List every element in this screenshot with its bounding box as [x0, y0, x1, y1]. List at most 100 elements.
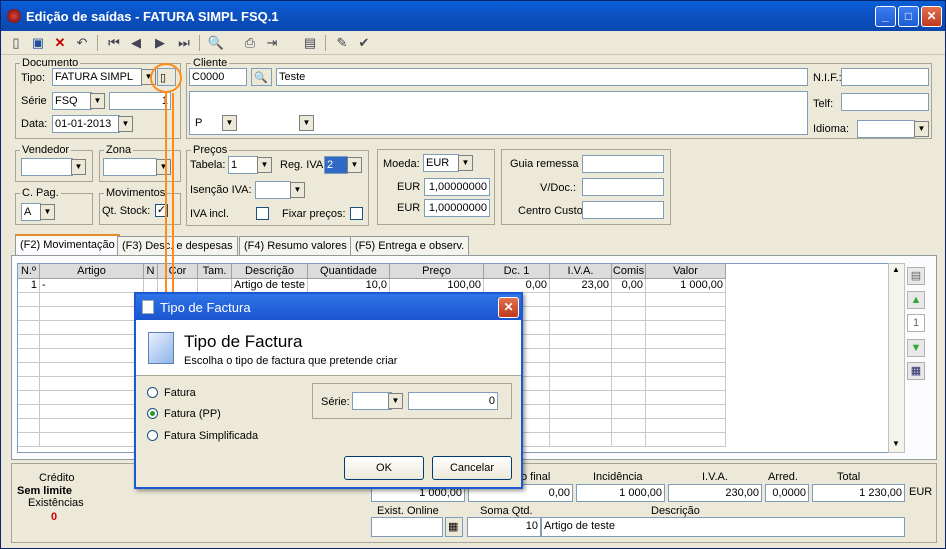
previous-record-icon[interactable]: ◀: [127, 34, 145, 52]
grid-cell[interactable]: 0,00: [612, 279, 646, 293]
first-record-icon[interactable]: ⏮: [105, 34, 123, 52]
col-header-dc1[interactable]: Dc. 1: [484, 264, 550, 279]
col-header-quantidade[interactable]: Quantidade: [308, 264, 390, 279]
tabela-select[interactable]: 1: [228, 156, 258, 174]
cambio1-input[interactable]: 1,00000000: [424, 178, 490, 196]
new-icon[interactable]: ▯: [7, 34, 25, 52]
vendedor-select[interactable]: [21, 158, 73, 176]
grid-cell[interactable]: [612, 419, 646, 433]
grid-scrollbar[interactable]: ▲ ▼: [888, 263, 905, 453]
data-calendar-icon[interactable]: ▼: [118, 116, 133, 132]
close-button[interactable]: ✕: [921, 6, 942, 27]
insert-line-icon[interactable]: ▤: [907, 267, 925, 285]
grid-cell[interactable]: [550, 377, 612, 391]
grid-cell[interactable]: 0,00: [484, 279, 550, 293]
vdoc-input[interactable]: [582, 178, 664, 196]
serie-select[interactable]: FSQ: [52, 92, 92, 110]
grid-cell[interactable]: [40, 349, 144, 363]
grid-cell[interactable]: 23,00: [550, 279, 612, 293]
tab-resumo[interactable]: (F4) Resumo valores: [239, 236, 352, 255]
fixar-checkbox[interactable]: [350, 207, 363, 220]
grid-cell[interactable]: [612, 349, 646, 363]
report-icon[interactable]: ▤: [301, 34, 319, 52]
grid-cell[interactable]: [40, 293, 144, 307]
col-header-valor[interactable]: Valor: [646, 264, 726, 279]
tipo-select[interactable]: FATURA SIMPL: [52, 68, 142, 86]
grid-cell[interactable]: [18, 433, 40, 447]
dialog-numero-input[interactable]: 0: [408, 392, 498, 410]
grid-cell[interactable]: [612, 433, 646, 447]
grid-cell[interactable]: [646, 307, 726, 321]
numero-input[interactable]: 1: [109, 92, 171, 110]
isencao-select[interactable]: [255, 181, 291, 199]
vendedor-dropdown-icon[interactable]: ▼: [71, 159, 86, 175]
guia-input[interactable]: [582, 155, 664, 173]
col-header-cor[interactable]: Cor: [158, 264, 198, 279]
cpag-select[interactable]: A: [21, 203, 41, 221]
grid-cell[interactable]: [646, 363, 726, 377]
ivaincl-checkbox[interactable]: [256, 207, 269, 220]
cliente-morada-input[interactable]: [189, 91, 808, 135]
cliente-codigo-input[interactable]: C0000: [189, 68, 247, 86]
dialog-serie-select[interactable]: [352, 392, 392, 410]
grid-cell[interactable]: [646, 377, 726, 391]
tabela-dropdown-icon[interactable]: ▼: [257, 157, 272, 173]
grid-cell[interactable]: [612, 377, 646, 391]
grid-cell[interactable]: [612, 335, 646, 349]
grid-cell[interactable]: [18, 391, 40, 405]
tab-descontos[interactable]: (F3) Desc. e despesas: [117, 236, 238, 255]
grid-cell[interactable]: [158, 279, 198, 293]
grid-cell[interactable]: [550, 335, 612, 349]
centro-input[interactable]: [582, 201, 664, 219]
tab-entrega[interactable]: (F5) Entrega e observ.: [350, 236, 470, 255]
regiva-dropdown-icon[interactable]: ▼: [347, 157, 362, 173]
serie-dropdown-icon[interactable]: ▼: [90, 93, 105, 109]
grid-cell[interactable]: [18, 349, 40, 363]
grid-cell[interactable]: [550, 419, 612, 433]
grid-cell[interactable]: [198, 279, 232, 293]
col-header-preco[interactable]: Preço: [390, 264, 484, 279]
scroll-down-icon[interactable]: ▼: [892, 439, 900, 448]
col-header-n2[interactable]: N: [144, 264, 158, 279]
grid-cell[interactable]: [18, 321, 40, 335]
option-fatura-simplificada-label[interactable]: Fatura Simplificada: [164, 430, 258, 442]
grid-cell[interactable]: 100,00: [390, 279, 484, 293]
option-fatura-pp-radio[interactable]: [147, 408, 158, 419]
search-icon[interactable]: 🔍: [207, 34, 225, 52]
export-icon[interactable]: ⇥: [263, 34, 281, 52]
grid-cell[interactable]: [40, 405, 144, 419]
regiva-select[interactable]: 2: [324, 156, 348, 174]
grid-cell[interactable]: [612, 321, 646, 335]
grid-cell[interactable]: [40, 377, 144, 391]
calculator-icon[interactable]: ▦: [907, 362, 925, 380]
grid-cell[interactable]: [646, 391, 726, 405]
grid-cell[interactable]: [646, 405, 726, 419]
telf-input[interactable]: [841, 93, 929, 111]
grid-cell[interactable]: [18, 293, 40, 307]
grid-cell[interactable]: -: [40, 279, 144, 293]
refresh-stock-icon[interactable]: ▦: [445, 517, 463, 537]
data-input[interactable]: 01-01-2013: [52, 115, 120, 133]
grid-cell[interactable]: 1: [18, 279, 40, 293]
col-header-comis[interactable]: Comis: [612, 264, 646, 279]
ok-button[interactable]: OK: [344, 456, 424, 480]
edit-icon[interactable]: ✎: [333, 34, 351, 52]
cancel-button[interactable]: Cancelar: [432, 456, 512, 480]
col-header-n[interactable]: N.º: [18, 264, 40, 279]
zona-dropdown-icon[interactable]: ▼: [156, 159, 171, 175]
nif-input[interactable]: [841, 68, 929, 86]
col-header-descricao[interactable]: Descrição: [232, 264, 308, 279]
zona-select[interactable]: [103, 158, 157, 176]
col-header-artigo[interactable]: Artigo: [40, 264, 144, 279]
grid-cell[interactable]: [646, 321, 726, 335]
grid-cell[interactable]: [144, 279, 158, 293]
grid-cell[interactable]: [550, 405, 612, 419]
moeda-dropdown-icon[interactable]: ▼: [458, 155, 473, 171]
col-header-iva[interactable]: I.V.A.: [550, 264, 612, 279]
move-down-icon[interactable]: ▼: [907, 339, 925, 357]
grid-cell[interactable]: [550, 363, 612, 377]
grid-cell[interactable]: [40, 391, 144, 405]
grid-cell[interactable]: [550, 307, 612, 321]
idioma-select[interactable]: [857, 120, 915, 138]
next-record-icon[interactable]: ▶: [151, 34, 169, 52]
